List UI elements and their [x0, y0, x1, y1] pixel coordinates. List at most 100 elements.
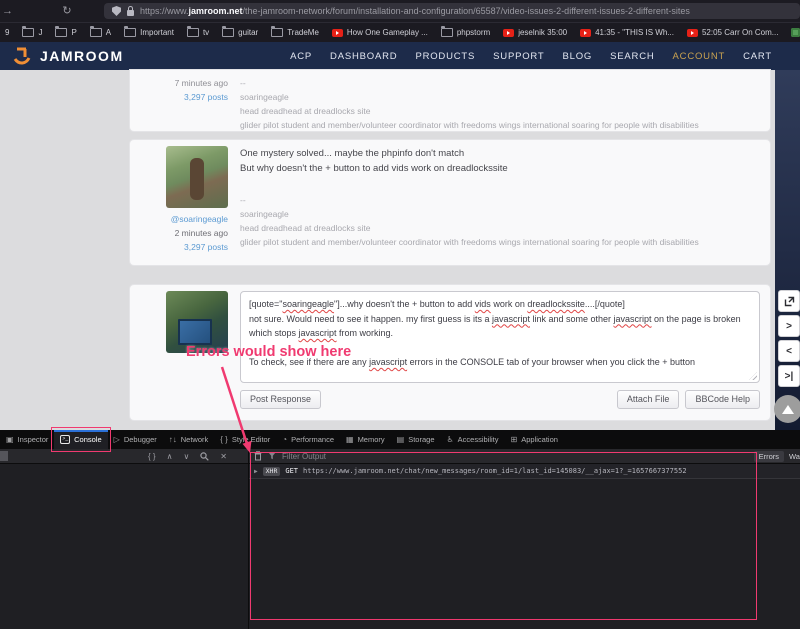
memory-icon: ▦	[346, 435, 354, 444]
bookmark-item[interactable]: Important	[124, 28, 174, 37]
reply-textarea[interactable]: [quote="soaringeagle"]...why doesn't the…	[240, 291, 760, 383]
close-editor-icon[interactable]: ✕	[220, 452, 227, 461]
url-bar[interactable]: https://www.jamroom.net/the-jamroom-netw…	[104, 3, 800, 19]
post-signature: --soaringeaglehead dreadhead at dreadloc…	[240, 193, 760, 249]
site-logo-text[interactable]: JAMROOM	[40, 48, 124, 64]
nav-item-account[interactable]: ACCOUNT	[673, 51, 726, 62]
nav-item-products[interactable]: PRODUCTS	[415, 51, 475, 62]
annotation-rect-console-tab	[51, 427, 110, 452]
inspector-icon: ▣	[6, 435, 14, 444]
nav-item-support[interactable]: SUPPORT	[493, 51, 544, 62]
signature-line: soaringeagle	[240, 207, 760, 221]
post-time: 2 minutes ago	[140, 226, 228, 240]
tab-label: Inspector	[18, 435, 49, 444]
editor-toolbar: { } ∧ ∨ ✕	[148, 449, 227, 463]
bookmark-item[interactable]: 41:35 - "THIS IS Wh...	[580, 28, 674, 37]
bookmark-item[interactable]: guitar	[222, 28, 258, 37]
tab-label: Memory	[358, 435, 385, 444]
tab-label: Performance	[291, 435, 334, 444]
nav-item-dashboard[interactable]: DASHBOARD	[330, 51, 397, 62]
bookmark-item[interactable]: jeselnik 35:00	[503, 28, 567, 37]
tab-debugger[interactable]: ▷Debugger	[108, 430, 163, 449]
post-body-line: But why doesn't the + button to add vids…	[240, 161, 760, 176]
jamroom-logo-icon[interactable]	[12, 46, 32, 66]
bookmark-label: TradeMe	[287, 28, 319, 37]
misspelled-word: javascript	[614, 314, 652, 324]
history-up-icon[interactable]: ∧	[167, 452, 173, 461]
folder-icon	[55, 28, 67, 37]
debugger-icon: ▷	[114, 435, 120, 444]
bookmark-item[interactable]: tv	[187, 28, 209, 37]
misspelled-word: dreadlockssite	[527, 299, 585, 309]
tab-label: Network	[181, 435, 209, 444]
nav-item-cart[interactable]: CART	[743, 51, 772, 62]
last-button[interactable]: >|	[778, 365, 800, 387]
up-arrow-icon	[782, 405, 794, 414]
bookmark-label: 52:05 Carr On Com...	[702, 28, 778, 37]
bookmark-item[interactable]: J	[22, 28, 42, 37]
post-count-link[interactable]: 3,297 posts	[140, 90, 228, 104]
scroll-to-top-button[interactable]	[774, 395, 800, 423]
post-signature: --soaringeaglehead dreadhead at dreadloc…	[240, 76, 760, 132]
pretty-print-icon[interactable]: { }	[148, 452, 156, 461]
history-down-icon[interactable]: ∨	[183, 452, 189, 461]
errors-filter-button[interactable]: Errors	[754, 451, 784, 462]
bookmarks-bar: 9 J P A Important tv guitar TradeMe How One Game…	[0, 22, 800, 42]
bookmark-item[interactable]: phpstorm	[441, 28, 490, 37]
textarea-resize-handle[interactable]	[749, 372, 757, 380]
bookmark-item[interactable]: How One Gameplay ...	[332, 28, 428, 37]
bookmark-item[interactable]: P	[55, 28, 76, 37]
reply-text: link and some other	[530, 314, 614, 324]
previous-button[interactable]: <	[778, 340, 800, 362]
bookmark-label: guitar	[238, 28, 258, 37]
tab-storage[interactable]: ▤Storage	[391, 430, 441, 449]
reload-icon[interactable]: ↻	[60, 6, 74, 17]
bookmark-label: 41:35 - "THIS IS Wh...	[595, 28, 674, 37]
warnings-filter-button[interactable]: Wa	[789, 452, 800, 461]
tab-label: Style Editor	[232, 435, 270, 444]
forum-page: 7 minutes ago 3,297 posts --soaringeagle…	[0, 70, 800, 430]
tab-style-editor[interactable]: { }Style Editor	[214, 430, 276, 449]
bbcode-help-button[interactable]: BBCode Help	[685, 390, 760, 409]
misspelled-word: javascript	[369, 357, 407, 367]
next-button[interactable]: >	[778, 315, 800, 337]
bookmark-item[interactable]: 9	[5, 28, 9, 37]
bookmark-item[interactable]: TradeMe	[271, 28, 319, 37]
tracking-protection-shield-icon[interactable]	[112, 6, 121, 16]
signature-line: soaringeagle	[240, 90, 760, 104]
tab-inspector[interactable]: ▣ Inspector	[0, 430, 54, 449]
browser-toolbar: → ↻ https://www.jamroom.net/the-jamroom-…	[0, 0, 800, 22]
avatar-soaringeagle[interactable]	[166, 146, 228, 208]
bookmark-item[interactable]: A	[90, 28, 111, 37]
tab-memory[interactable]: ▦ Memory	[340, 430, 391, 449]
tab-performance[interactable]: ◔Performance	[276, 430, 340, 449]
search-icon[interactable]	[200, 452, 209, 461]
tab-application[interactable]: ⊞Application	[505, 430, 564, 449]
reply-text: errors in the CONSOLE tab of your browse…	[407, 357, 695, 367]
nav-item-acp[interactable]: ACP	[290, 51, 312, 62]
signature-line: head dreadhead at dreadlocks site	[240, 221, 760, 235]
site-nav: ACP DASHBOARD PRODUCTS SUPPORT BLOG SEARCH ACC…	[290, 51, 772, 62]
forward-icon[interactable]: →	[2, 6, 14, 17]
tab-network[interactable]: ↑↓Network	[163, 430, 215, 449]
bookmark-item[interactable]: Home	[791, 28, 800, 37]
lock-icon[interactable]	[127, 10, 134, 16]
reply-text: not sure. Would need to see it happen. m…	[249, 314, 492, 324]
bookmark-label: How One Gameplay ...	[347, 28, 428, 37]
nav-item-search[interactable]: SEARCH	[610, 51, 654, 62]
url-text: https://www.jamroom.net/the-jamroom-netw…	[140, 6, 690, 16]
open-new-window-button[interactable]	[778, 290, 800, 312]
author-link[interactable]: @soaringeagle	[140, 212, 228, 226]
bookmark-label: J	[38, 28, 42, 37]
accessibility-icon: ♿	[447, 435, 454, 444]
nav-item-blog[interactable]: BLOG	[563, 51, 593, 62]
youtube-icon	[503, 29, 514, 37]
post-count-link[interactable]: 3,297 posts	[140, 240, 228, 254]
tab-accessibility[interactable]: ♿Accessibility	[441, 430, 505, 449]
forum-post: @soaringeagle 2 minutes ago 3,297 posts …	[130, 140, 770, 265]
signature-line: --	[240, 76, 760, 90]
attach-file-button[interactable]: Attach File	[617, 390, 680, 409]
post-response-button[interactable]: Post Response	[240, 390, 321, 409]
bookmark-item[interactable]: 52:05 Carr On Com...	[687, 28, 778, 37]
forum-post-partial: 7 minutes ago 3,297 posts --soaringeagle…	[130, 70, 770, 131]
